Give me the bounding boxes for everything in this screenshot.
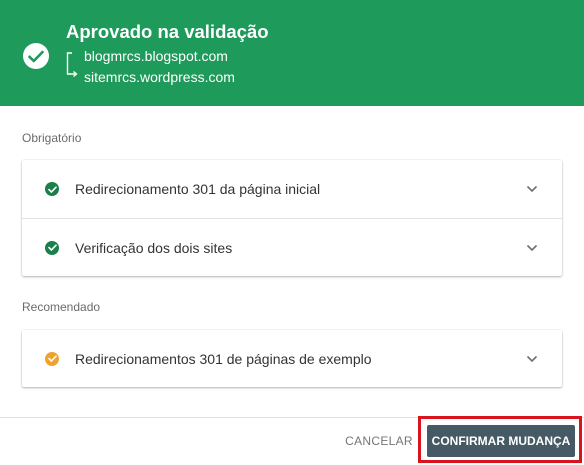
- check-circle-icon: [45, 240, 59, 255]
- required-checks-card: Redirecionamento 301 da página inicial V…: [22, 160, 562, 276]
- check-circle-icon: [23, 43, 49, 69]
- check-item-sample-page-redirects[interactable]: Redirecionamentos 301 de páginas de exem…: [22, 330, 562, 387]
- redirect-arrow-icon: [66, 52, 78, 78]
- check-item-site-verification[interactable]: Verificação dos dois sites: [22, 218, 562, 276]
- source-site: blogmrcs.blogspot.com: [84, 48, 228, 64]
- check-circle-icon: [45, 182, 59, 196]
- check-item-label: Verificação dos dois sites: [75, 239, 233, 256]
- check-item-homepage-redirect[interactable]: Redirecionamento 301 da página inicial: [22, 160, 562, 218]
- chevron-down-icon[interactable]: [526, 355, 538, 363]
- validation-title: Aprovado na validação: [66, 21, 269, 42]
- check-item-label: Redirecionamentos 301 de páginas de exem…: [75, 350, 372, 367]
- chevron-down-icon[interactable]: [526, 185, 538, 193]
- cancel-button[interactable]: CANCELAR: [340, 426, 418, 456]
- check-circle-icon: [45, 351, 59, 366]
- required-section-label: Obrigatório: [22, 131, 82, 145]
- recommended-section-label: Recomendado: [22, 300, 101, 314]
- destination-site: sitemrcs.wordpress.com: [84, 69, 235, 85]
- chevron-down-icon[interactable]: [526, 244, 538, 252]
- confirm-move-button[interactable]: CONFIRMAR MUDANÇA: [427, 425, 575, 457]
- validation-header: Aprovado na validação blogmrcs.blogspot.…: [0, 0, 584, 106]
- check-item-label: Redirecionamento 301 da página inicial: [75, 181, 321, 197]
- site-move-dialog: Aprovado na validação blogmrcs.blogspot.…: [0, 0, 584, 465]
- recommended-checks-card: Redirecionamentos 301 de páginas de exem…: [22, 330, 562, 387]
